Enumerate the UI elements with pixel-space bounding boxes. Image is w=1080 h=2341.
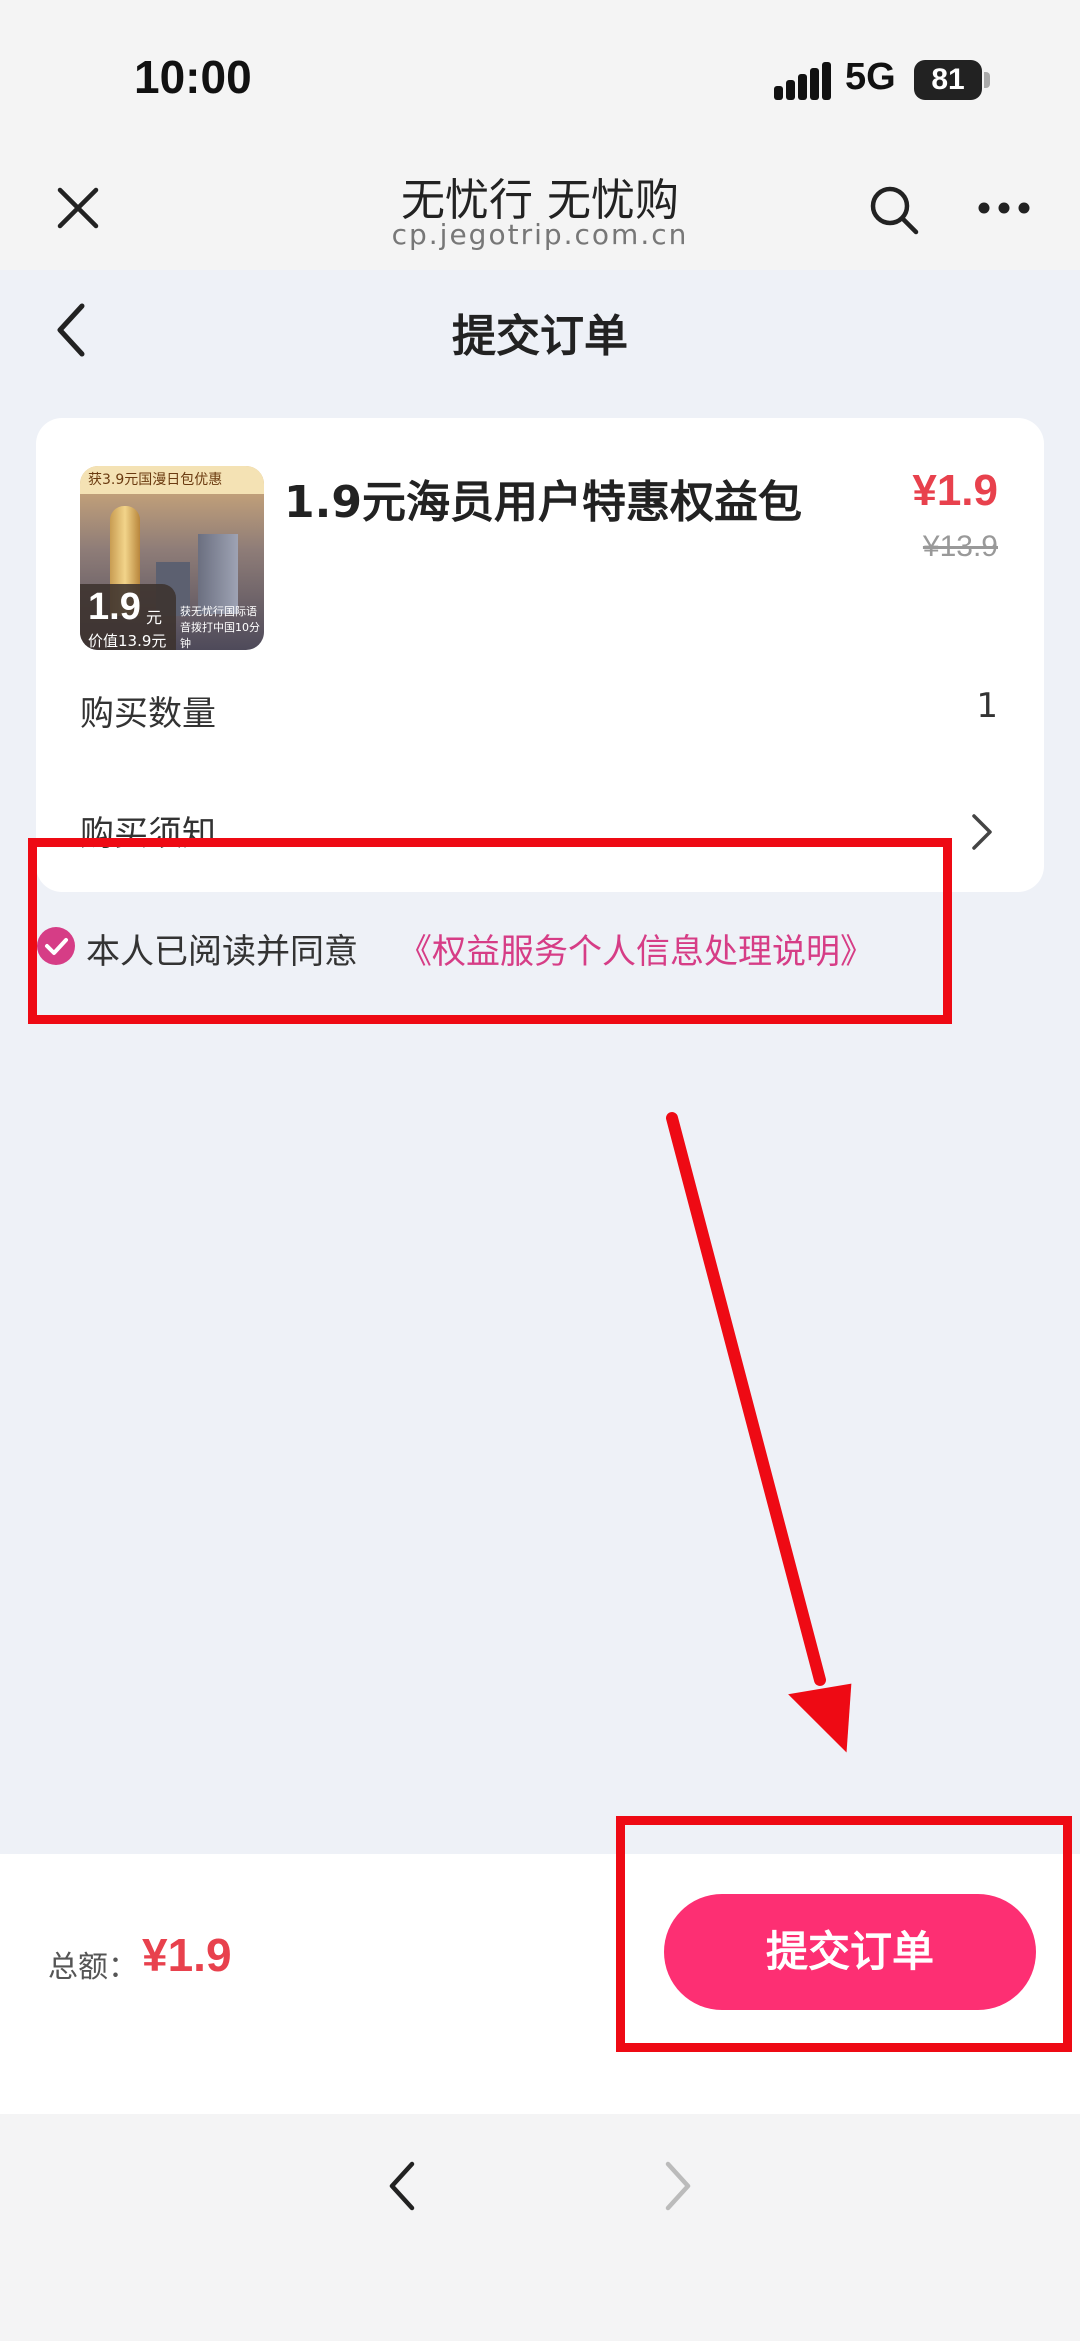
product-original-price: ¥13.9 bbox=[922, 530, 998, 563]
nav-back-icon[interactable] bbox=[382, 2156, 422, 2216]
total-value: ¥1.9 bbox=[142, 1929, 232, 1981]
network-type: 5G bbox=[845, 56, 896, 98]
thumbnail-banner: 获3.9元国漫日包优惠 bbox=[80, 466, 264, 494]
thumbnail-worth: 价值13.9元 bbox=[88, 632, 167, 650]
status-time: 10:00 bbox=[134, 51, 252, 103]
nav-forward-icon[interactable] bbox=[658, 2156, 698, 2216]
annotation-box-agreement bbox=[28, 838, 952, 1024]
thumbnail-note: 获无忧行国际语音拨打中国10分钟 bbox=[180, 605, 260, 650]
chevron-right-icon[interactable] bbox=[970, 812, 994, 852]
quantity-value: 1 bbox=[976, 686, 998, 726]
page-title: 提交订单 bbox=[452, 311, 628, 362]
thumbnail-unit: 元 bbox=[146, 608, 163, 627]
thumbnail-price-box: 1.9 元 价值13.9元 bbox=[80, 584, 176, 650]
search-icon[interactable] bbox=[868, 184, 920, 236]
browser-nav-bar bbox=[0, 2114, 1080, 2341]
product-thumbnail: 获3.9元国漫日包优惠 1.9 元 价值13.9元 获无忧行国际语音拨打中国10… bbox=[80, 466, 264, 650]
product-price: ¥1.9 bbox=[912, 466, 998, 515]
thumbnail-price: 1.9 bbox=[88, 586, 141, 628]
more-icon[interactable] bbox=[976, 200, 1032, 216]
total-label: 总额： bbox=[48, 1950, 138, 1985]
quantity-label: 购买数量 bbox=[80, 694, 216, 734]
battery-tip bbox=[984, 72, 990, 88]
battery-icon: 81 bbox=[914, 60, 982, 100]
thumbnail-building bbox=[198, 534, 238, 614]
product-name: 1.9元海员用户特惠权益包 bbox=[284, 477, 802, 528]
annotation-box-submit bbox=[616, 1816, 1072, 2052]
signal-icon bbox=[774, 62, 831, 100]
